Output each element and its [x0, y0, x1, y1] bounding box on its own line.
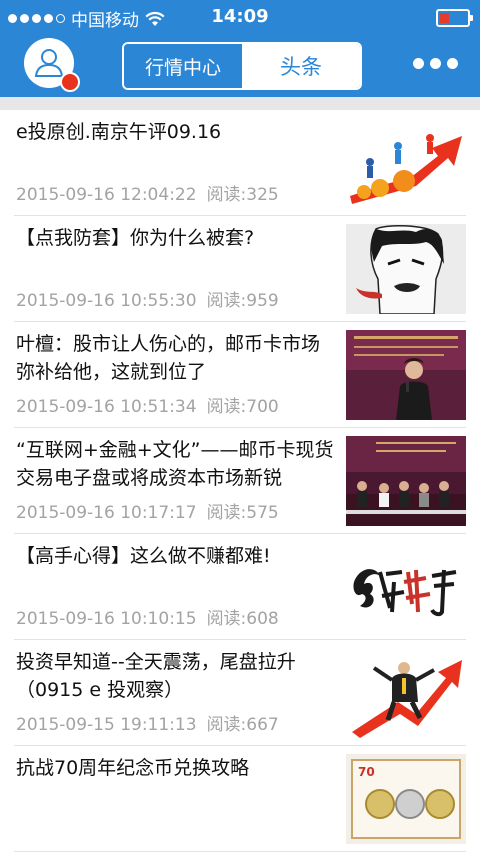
more-icon[interactable]: [413, 58, 458, 69]
article-reads: 阅读:667: [206, 715, 279, 735]
article-title: 抗战70周年纪念币兑换攻略: [16, 757, 250, 779]
article-meta: 2015-09-16 10:51:34 阅读:700: [16, 392, 279, 417]
svg-text:70: 70: [358, 765, 375, 779]
clock: 14:09: [211, 6, 269, 27]
list-item[interactable]: “互联网+金融+文化”——邮币卡现货交易电子盘或将成资本市场新锐 2015-09…: [14, 428, 466, 534]
article-reads: 阅读:325: [206, 185, 279, 205]
tab-market-center[interactable]: 行情中心: [124, 44, 242, 88]
speaker-thumbnail: [346, 330, 466, 420]
tab-switcher: 行情中心 头条: [122, 42, 362, 90]
ink-sketch-thumbnail: [346, 224, 466, 314]
article-meta: [16, 816, 26, 836]
article-date: 2015-09-16 10:51:34: [16, 397, 197, 417]
article-title: 【高手心得】这么做不赚都难!: [16, 545, 271, 567]
article-date: 2015-09-16 10:10:15: [16, 609, 197, 629]
article-reads: 阅读:700: [206, 397, 279, 417]
user-icon: [34, 49, 64, 77]
article-date: 2015-09-16 12:04:22: [16, 185, 197, 205]
panel-discussion-thumbnail: [346, 436, 466, 526]
calligraphy-thumbnail: [346, 542, 466, 632]
list-item[interactable]: 【高手心得】这么做不赚都难! 2015-09-16 10:10:15 阅读:608: [14, 534, 466, 640]
article-date: 2015-09-16 10:17:17: [16, 503, 197, 523]
article-date: 2015-09-16 10:55:30: [16, 291, 197, 311]
coins-thumbnail: 70: [346, 754, 466, 844]
article-title: 投资早知道--全天震荡，尾盘拉升（0915 e 投观察）: [16, 651, 296, 701]
status-bar: 中国移动 14:09: [0, 0, 480, 34]
article-reads: 阅读:959: [206, 291, 279, 311]
article-reads: 阅读:575: [206, 503, 279, 523]
tab-headlines[interactable]: 头条: [242, 44, 360, 88]
article-title: 叶檀：股市让人伤心的，邮币卡市场弥补给他，这就到位了: [16, 333, 321, 383]
list-item[interactable]: 叶檀：股市让人伤心的，邮币卡市场弥补给他，这就到位了 2015-09-16 10…: [14, 322, 466, 428]
divider: [0, 97, 480, 110]
list-item[interactable]: 投资早知道--全天震荡，尾盘拉升（0915 e 投观察） 2015-09-15 …: [14, 640, 466, 746]
article-date: 2015-09-15 19:11:13: [16, 715, 197, 735]
article-meta: 2015-09-16 10:10:15 阅读:608: [16, 604, 279, 629]
notification-badge: [60, 72, 80, 92]
article-title: 【点我防套】你为什么被套?: [16, 227, 255, 249]
list-item[interactable]: 【点我防套】你为什么被套? 2015-09-16 10:55:30 阅读:959: [14, 216, 466, 322]
article-meta: 2015-09-15 19:11:13 阅读:667: [16, 710, 279, 735]
list-item[interactable]: e投原创.南京午评09.16 2015-09-16 12:04:22 阅读:325: [14, 110, 466, 216]
growth-arrow-thumbnail: [346, 118, 466, 208]
article-meta: 2015-09-16 12:04:22 阅读:325: [16, 180, 279, 205]
list-item[interactable]: 抗战70周年纪念币兑换攻略 70: [14, 746, 466, 852]
article-title: e投原创.南京午评09.16: [16, 121, 222, 143]
red-arrow-thumbnail: [346, 648, 466, 738]
nav-bar: 行情中心 头条: [0, 34, 480, 97]
article-meta: 2015-09-16 10:17:17 阅读:575: [16, 498, 279, 523]
article-meta: 2015-09-16 10:55:30 阅读:959: [16, 286, 279, 311]
article-title: “互联网+金融+文化”——邮币卡现货交易电子盘或将成资本市场新锐: [16, 439, 334, 489]
battery-icon: [436, 9, 473, 27]
article-reads: 阅读:608: [206, 609, 279, 629]
article-list: e投原创.南京午评09.16 2015-09-16 12:04:22 阅读:325…: [0, 110, 480, 852]
